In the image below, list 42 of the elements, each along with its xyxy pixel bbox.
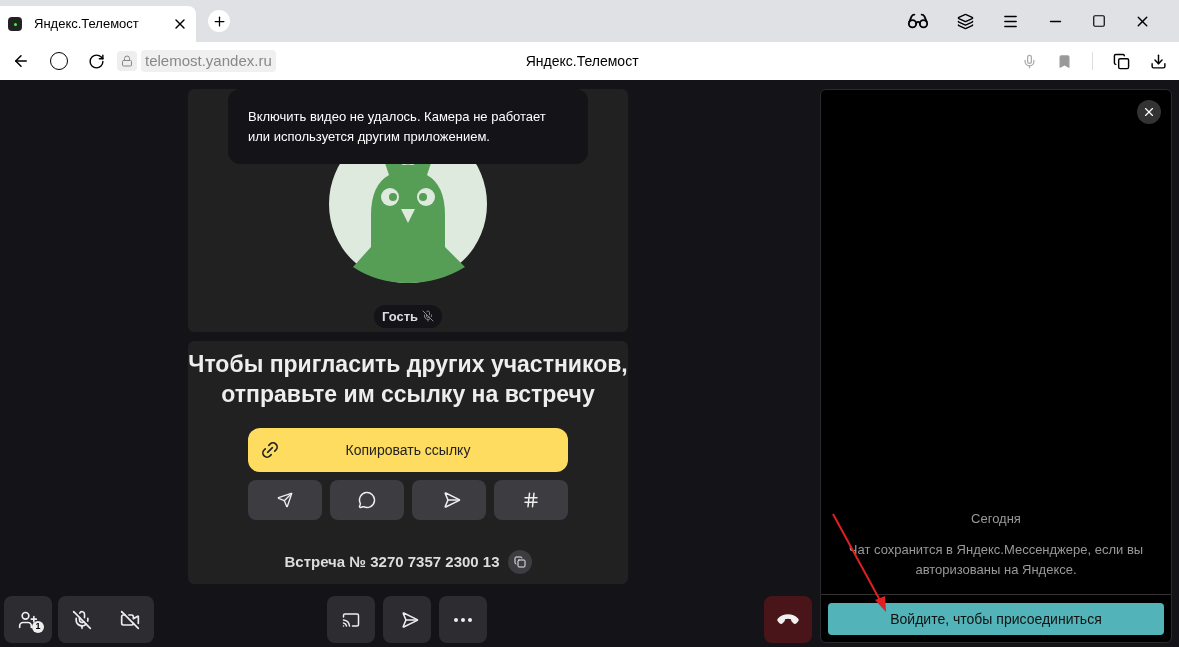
cast-icon (342, 610, 360, 629)
toast-message: Включить видео не удалось. Камера не работает или используется другим приложением. (228, 89, 588, 164)
hang-up-button[interactable] (764, 596, 812, 643)
tab-title: Яндекс.Телемост (34, 15, 140, 34)
copy-link-button[interactable]: Копировать ссылку (248, 428, 568, 472)
camera-off-icon[interactable] (120, 609, 140, 630)
mic-off-icon[interactable] (72, 609, 92, 630)
invite-heading: Чтобы пригласить других участников, отправьте им ссылку на встречу (188, 350, 628, 409)
chat-bubble-icon (358, 491, 376, 509)
back-icon[interactable] (12, 52, 30, 70)
slack-button[interactable] (494, 480, 568, 520)
plus-icon (211, 13, 227, 29)
more-button[interactable] (439, 596, 487, 643)
chat-date: Сегодня (970, 509, 1022, 528)
close-icon (1142, 105, 1156, 119)
page-title: Яндекс.Телемост (525, 51, 639, 71)
new-tab-button[interactable] (208, 10, 230, 32)
more-icon (454, 617, 472, 622)
join-button[interactable]: Войдите, чтобы присоединиться (828, 603, 1164, 635)
participant-count: 1 (32, 621, 44, 633)
maximize-icon[interactable] (1092, 14, 1106, 28)
reload-icon[interactable] (88, 52, 105, 70)
add-user-icon (18, 609, 38, 630)
app-logo-icon (8, 17, 22, 31)
lock-icon (121, 55, 133, 67)
hash-icon (522, 491, 540, 509)
telegram-button[interactable] (248, 480, 322, 520)
bookmark-icon[interactable] (1057, 53, 1072, 69)
close-button[interactable] (1137, 100, 1161, 124)
address-text: telemost.yandex.ru (141, 49, 276, 73)
meeting-number: Встреча № 3270 7357 2300 13 (284, 551, 500, 572)
share-button[interactable] (412, 480, 486, 520)
whatsapp-button[interactable] (330, 480, 404, 520)
download-icon[interactable] (1150, 52, 1167, 70)
send-button[interactable] (383, 596, 431, 643)
copy-icon (513, 556, 526, 568)
paper-plane-icon (277, 492, 293, 508)
browser-tab[interactable]: Яндекс.Телемост (0, 6, 196, 42)
add-participant-button[interactable]: 1 (4, 596, 52, 643)
screen-share-button[interactable] (327, 596, 375, 643)
copy-number-button[interactable] (507, 550, 532, 574)
participant-name: Гость (381, 307, 419, 326)
